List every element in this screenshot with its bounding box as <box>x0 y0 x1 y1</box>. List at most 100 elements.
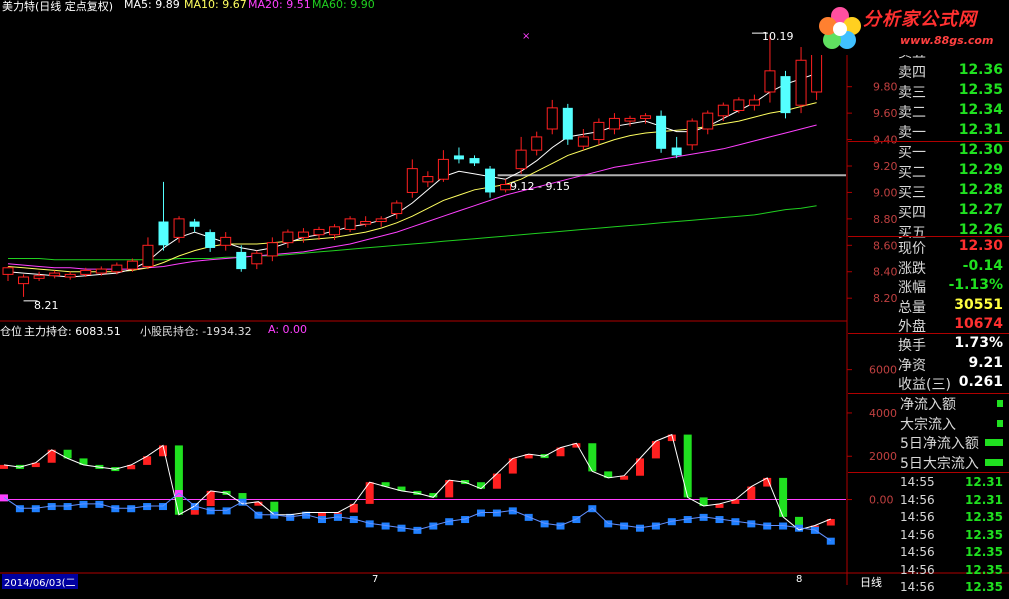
tick-row: 14:56 12.35 <box>848 528 1009 547</box>
retail-position-bar <box>63 503 72 511</box>
candle-body-up <box>18 276 30 285</box>
stat2-row-label: 净资 <box>898 357 926 374</box>
retail-position-label: 小股民持仓: -1934.32 <box>140 325 252 338</box>
sell-level-2: 卖二 12.34 <box>848 102 1009 121</box>
candle-body-up <box>748 99 760 106</box>
ma5-label: MA5: 9.89 <box>124 0 180 11</box>
candle-body-up <box>251 252 263 265</box>
stat2-row: 收益(三) 0.261 <box>848 374 1009 393</box>
stats2-divider <box>848 333 1009 334</box>
candle-body-down <box>780 76 791 114</box>
tick-row-label: 14:56 <box>900 562 935 577</box>
buy-level-3-value: 12.28 <box>958 182 1003 198</box>
candle-body-up <box>344 218 356 230</box>
stat-row: 总量 30551 <box>848 297 1009 316</box>
candle-body-up <box>33 275 45 279</box>
tick-row-label: 14:56 <box>900 545 935 559</box>
flow-row: 净流入额 <box>848 394 1009 413</box>
candle-body-up <box>375 218 387 223</box>
flow-bar <box>985 458 1003 466</box>
stat2-row: 换手 1.73% <box>848 335 1009 354</box>
stat2-row-value: 0.261 <box>958 374 1003 390</box>
stat2-row-value: 9.21 <box>968 354 1003 371</box>
sell-level-3: 卖三 12.35 <box>848 82 1009 101</box>
tick-row: 14:56 12.35 <box>848 510 1009 529</box>
stat-row-value: -1.13% <box>948 277 1003 293</box>
range-annotation: 9.12 - 9.15 <box>510 180 570 193</box>
retail-position-bar <box>763 522 772 530</box>
flow-bar <box>997 400 1003 407</box>
candle-body-up <box>764 70 776 93</box>
retail-position-bar <box>31 505 40 513</box>
flow-row-label: 5日大宗流入 <box>900 455 979 472</box>
candle-body-down <box>189 221 200 227</box>
candle-body-up <box>266 242 278 257</box>
retail-position-bar <box>111 505 120 513</box>
candle-body-up <box>702 112 714 130</box>
indicator-name: 仓位 <box>0 325 22 338</box>
logo-url: www.88gs.com <box>900 34 994 47</box>
tick-row: 14:56 12.35 <box>848 563 1009 582</box>
candle-body-up <box>2 267 14 275</box>
marker-annotation: × <box>522 31 531 42</box>
tick-row-label: 14:56 <box>900 527 935 542</box>
tick-row-value: 12.35 <box>965 562 1003 577</box>
candle-body-up <box>733 99 745 111</box>
candle-body-up <box>406 168 418 193</box>
stat2-row-value: 1.73% <box>954 335 1003 351</box>
stat-row-label: 涨幅 <box>898 280 926 296</box>
candle-body-up <box>111 264 123 273</box>
main-position-label: 主力持仓: 6083.51 <box>24 325 121 338</box>
sell-level-4-label: 卖四 <box>898 65 926 81</box>
flow-row: 5日大宗流入 <box>848 453 1009 472</box>
candle-body-up <box>624 117 636 122</box>
buy-level-4-value: 12.27 <box>958 202 1003 218</box>
buy-level-4-label: 买四 <box>898 205 926 221</box>
retail-position-bar <box>556 522 565 530</box>
candle-body-up <box>422 176 434 183</box>
candle-body-up <box>437 158 449 180</box>
ma20-label: MA20: 9.51 <box>248 0 311 11</box>
candle-body-up <box>142 244 154 267</box>
stat-row: 现价 12.30 <box>848 238 1009 257</box>
candle-body-up <box>717 104 729 117</box>
candle-body-up <box>686 120 698 146</box>
flow-bar <box>985 439 1003 446</box>
stat-row-label: 涨跌 <box>898 260 926 277</box>
candle-body-up <box>329 226 341 236</box>
candle-body-up <box>220 236 232 246</box>
candle-body-up <box>80 269 92 275</box>
buy-level-3: 买三 12.28 <box>848 182 1009 201</box>
candle-body-up <box>95 268 107 274</box>
retail-position-bar <box>492 509 501 517</box>
buy-level-2-label: 买二 <box>898 165 926 181</box>
ma10-label: MA10: 9.67 <box>184 0 247 11</box>
sell-level-4: 卖四 12.36 <box>848 62 1009 81</box>
candle-body-up <box>546 107 558 130</box>
low-annotation: 8.21 <box>34 299 59 312</box>
flow-row-label: 净流入额 <box>900 397 956 413</box>
candle-body-up <box>313 228 325 236</box>
stats-divider <box>848 236 1009 237</box>
footer-date: 2014/06/03(二 <box>2 574 78 589</box>
stat2-row: 净资 9.21 <box>848 355 1009 374</box>
sell-level-1-label: 卖一 <box>898 125 926 141</box>
tick-row: 14:56 12.31 <box>848 493 1009 512</box>
buy-level-2: 买二 12.29 <box>848 162 1009 181</box>
candle-body-down <box>671 147 682 156</box>
tick-row: 14:55 12.31 <box>848 475 1009 494</box>
candle-body-down <box>236 251 247 270</box>
ma60-label: MA60: 9.90 <box>312 0 375 11</box>
buy-level-1-value: 12.30 <box>958 142 1003 158</box>
stat-row-label: 现价 <box>898 241 926 257</box>
sell-level-3-label: 卖三 <box>898 85 926 101</box>
quote-panel: 卖五12.37卖四12.36卖三12.35卖二12.34卖一12.31买一12.… <box>848 0 1009 594</box>
stat-row-label: 总量 <box>898 299 926 316</box>
tick-row-label: 14:56 <box>900 580 935 594</box>
sell-level-2-value: 12.34 <box>958 102 1003 118</box>
a-label: A: 0.00 <box>268 323 308 336</box>
logo-title: 分析家公式网 <box>863 9 977 30</box>
candle-body-down <box>453 155 464 160</box>
buy-level-4: 买四 12.27 <box>848 202 1009 221</box>
tick-row-value: 12.31 <box>965 475 1003 489</box>
